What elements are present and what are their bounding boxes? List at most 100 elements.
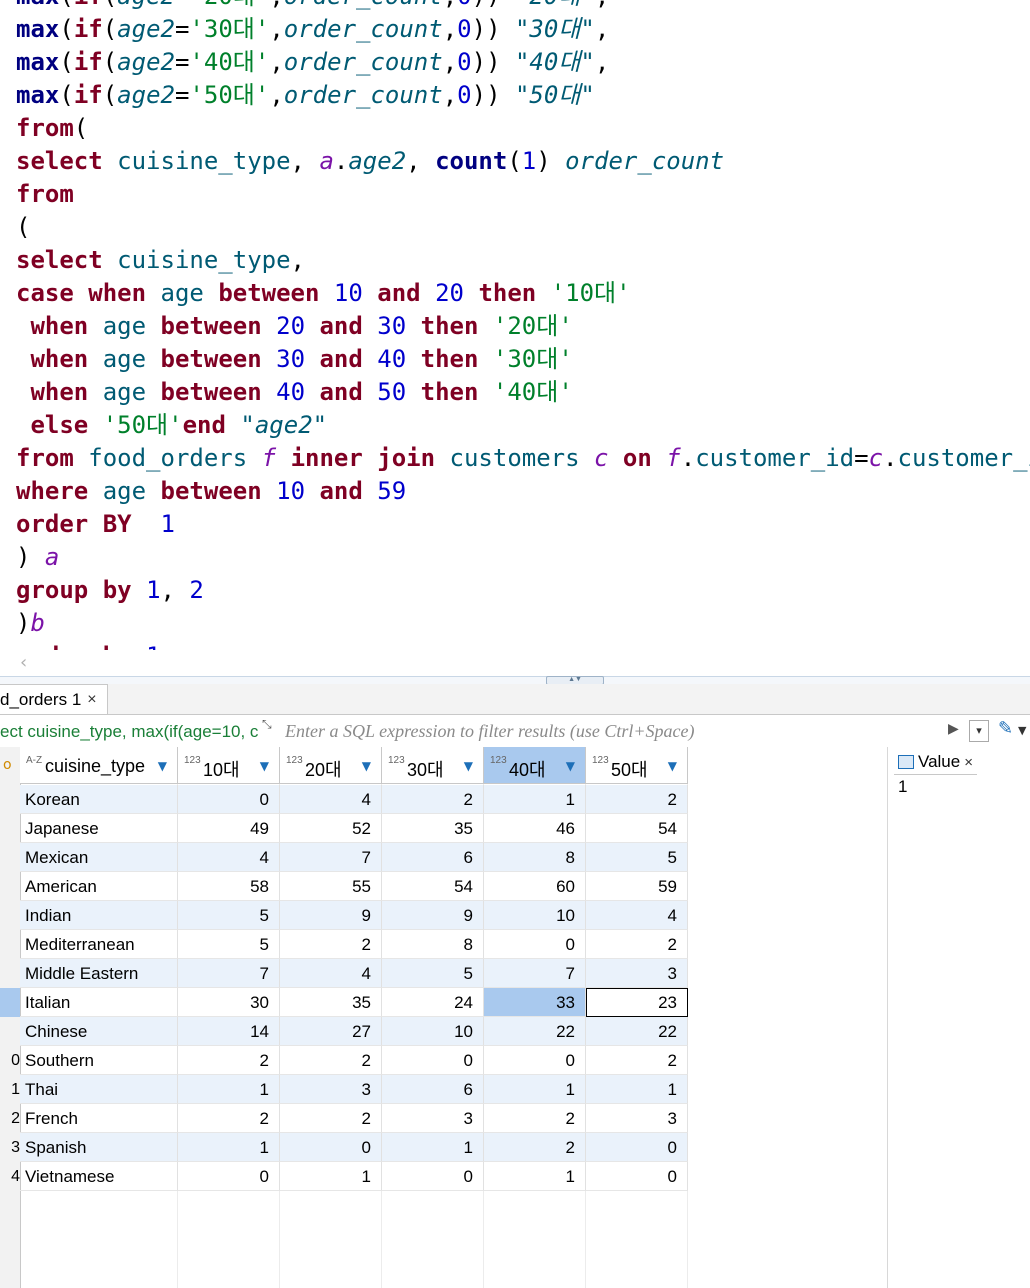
table-cell[interactable]: American xyxy=(20,872,178,901)
table-cell[interactable]: 0 xyxy=(280,1133,382,1162)
table-cell[interactable]: 0 xyxy=(484,930,586,959)
table-cell[interactable]: 0 xyxy=(382,1162,484,1191)
sort-icon[interactable]: ▼ xyxy=(260,759,269,773)
column-header-age-30[interactable]: 123 30대 ▼ xyxy=(382,747,484,784)
table-cell[interactable]: Vietnamese xyxy=(20,1162,178,1191)
expand-icon[interactable]: ⤡ xyxy=(262,718,280,737)
table-cell[interactable]: 9 xyxy=(280,901,382,930)
table-row[interactable]: Mediterranean 5 2 8 0 2 xyxy=(20,930,688,959)
table-cell[interactable]: 22 xyxy=(586,1017,688,1046)
table-cell[interactable]: 4 xyxy=(586,901,688,930)
table-cell[interactable]: Southern xyxy=(20,1046,178,1075)
table-cell[interactable]: 0 xyxy=(484,1046,586,1075)
table-cell[interactable]: 7 xyxy=(484,959,586,988)
table-cell[interactable]: 23 xyxy=(586,988,688,1017)
row-number[interactable] xyxy=(0,988,20,1017)
row-number[interactable] xyxy=(0,872,20,901)
row-number[interactable] xyxy=(0,814,20,843)
column-header-age-20[interactable]: 123 20대 ▼ xyxy=(280,747,382,784)
row-number[interactable] xyxy=(0,1017,20,1046)
table-cell[interactable]: 2 xyxy=(280,930,382,959)
table-cell[interactable]: 35 xyxy=(382,814,484,843)
table-cell[interactable]: 35 xyxy=(280,988,382,1017)
table-cell[interactable]: 1 xyxy=(280,1162,382,1191)
row-number[interactable] xyxy=(0,843,20,872)
table-cell[interactable]: Korean xyxy=(20,785,178,814)
table-cell[interactable]: 46 xyxy=(484,814,586,843)
table-cell[interactable]: 2 xyxy=(484,1133,586,1162)
row-number[interactable] xyxy=(0,901,20,930)
table-cell[interactable]: Mexican xyxy=(20,843,178,872)
column-header-age-10[interactable]: 123 10대 ▼ xyxy=(178,747,280,784)
chevron-down-icon[interactable]: ▼ xyxy=(1018,724,1026,737)
table-cell[interactable]: 4 xyxy=(280,785,382,814)
table-cell[interactable]: Japanese xyxy=(20,814,178,843)
table-row[interactable]: Indian 5 9 9 10 4 xyxy=(20,901,688,930)
table-cell[interactable]: 24 xyxy=(382,988,484,1017)
table-cell[interactable]: 3 xyxy=(382,1104,484,1133)
table-cell[interactable]: French xyxy=(20,1104,178,1133)
table-cell[interactable]: 2 xyxy=(178,1104,280,1133)
scroll-left-icon[interactable]: ‹ xyxy=(20,652,27,673)
table-row[interactable]: American 58 55 54 60 59 xyxy=(20,872,688,901)
close-icon[interactable]: × xyxy=(964,754,973,771)
sort-icon[interactable]: ▼ xyxy=(464,759,473,773)
table-cell[interactable]: Thai xyxy=(20,1075,178,1104)
table-cell[interactable]: 0 xyxy=(178,1162,280,1191)
sql-editor[interactable]: max(if(age2='20대',order_count,0)) "20대",… xyxy=(0,0,1030,650)
table-cell[interactable]: 10 xyxy=(484,901,586,930)
table-cell[interactable]: 3 xyxy=(280,1075,382,1104)
table-cell[interactable]: 8 xyxy=(484,843,586,872)
tab-results[interactable]: d_orders 1 × xyxy=(0,684,108,714)
table-cell[interactable]: 2 xyxy=(586,785,688,814)
table-cell[interactable]: 5 xyxy=(382,959,484,988)
sort-icon[interactable]: ▼ xyxy=(362,759,371,773)
table-cell[interactable]: 2 xyxy=(586,930,688,959)
table-cell[interactable]: 5 xyxy=(178,930,280,959)
table-cell[interactable]: 2 xyxy=(178,1046,280,1075)
column-header-age-50[interactable]: 123 50대 ▼ xyxy=(586,747,688,784)
table-cell[interactable]: Mediterranean xyxy=(20,930,178,959)
table-row[interactable]: Korean 0 4 2 1 2 xyxy=(20,785,688,814)
table-cell[interactable]: 3 xyxy=(586,959,688,988)
close-icon[interactable]: × xyxy=(87,685,96,715)
table-row[interactable]: Mexican 4 7 6 8 5 xyxy=(20,843,688,872)
table-row[interactable]: French 2 2 3 2 3 xyxy=(20,1104,688,1133)
editor-horizontal-scrollbar[interactable]: ‹ xyxy=(0,650,1030,676)
row-number[interactable] xyxy=(0,930,20,959)
table-cell[interactable]: 1 xyxy=(586,1075,688,1104)
table-cell[interactable]: 54 xyxy=(586,814,688,843)
table-row[interactable]: Southern 2 2 0 0 2 xyxy=(20,1046,688,1075)
row-number[interactable]: 3 xyxy=(0,1133,20,1162)
table-cell[interactable]: 6 xyxy=(382,843,484,872)
table-cell[interactable]: 14 xyxy=(178,1017,280,1046)
row-number[interactable]: 1 xyxy=(0,1075,20,1104)
table-cell[interactable]: Chinese xyxy=(20,1017,178,1046)
sql-code[interactable]: max(if(age2='20대',order_count,0)) "20대",… xyxy=(16,0,1030,650)
row-number[interactable]: 0 xyxy=(0,1046,20,1075)
table-cell[interactable]: 58 xyxy=(178,872,280,901)
table-cell[interactable]: 4 xyxy=(280,959,382,988)
table-cell[interactable]: 5 xyxy=(178,901,280,930)
table-cell[interactable]: 1 xyxy=(382,1133,484,1162)
table-cell[interactable]: 27 xyxy=(280,1017,382,1046)
table-cell[interactable]: 1 xyxy=(178,1133,280,1162)
table-cell[interactable]: 1 xyxy=(484,1162,586,1191)
table-cell[interactable]: 5 xyxy=(586,843,688,872)
table-cell[interactable]: 8 xyxy=(382,930,484,959)
table-cell[interactable]: 2 xyxy=(382,785,484,814)
eraser-icon[interactable]: ✎ xyxy=(998,718,1013,739)
sort-icon[interactable]: ▼ xyxy=(566,759,575,773)
sort-icon[interactable]: ▼ xyxy=(668,759,677,773)
table-cell[interactable]: 0 xyxy=(586,1133,688,1162)
row-number[interactable]: 4 xyxy=(0,1162,20,1191)
table-row[interactable]: Japanese 49 52 35 46 54 xyxy=(20,814,688,843)
table-cell[interactable]: 49 xyxy=(178,814,280,843)
table-cell[interactable]: 0 xyxy=(178,785,280,814)
table-cell[interactable]: 2 xyxy=(280,1046,382,1075)
table-cell[interactable]: Indian xyxy=(20,901,178,930)
select-all-icon[interactable]: o xyxy=(3,757,12,773)
table-cell[interactable]: 33 xyxy=(484,988,586,1017)
table-cell[interactable]: 2 xyxy=(280,1104,382,1133)
table-cell[interactable]: 3 xyxy=(586,1104,688,1133)
